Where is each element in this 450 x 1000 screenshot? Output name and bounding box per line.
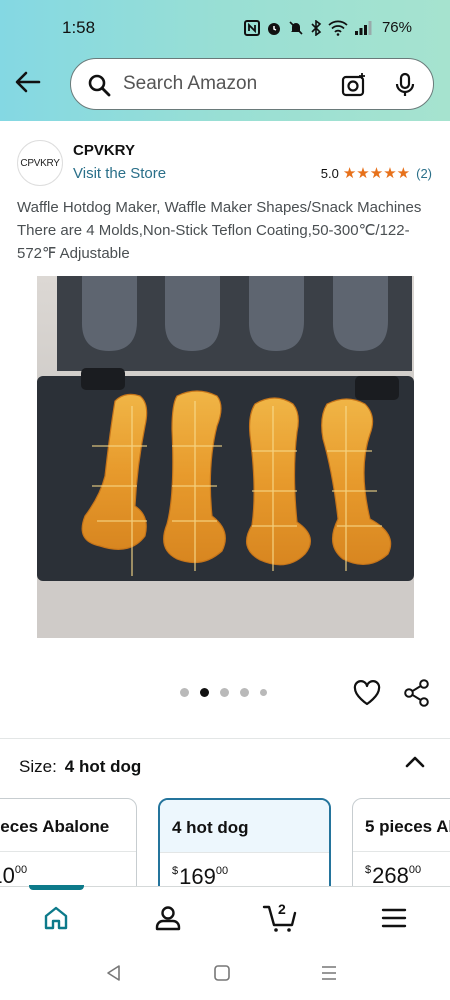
rating[interactable]: 5.0 ★ ★ ★ ★ ★ (2)	[321, 166, 432, 181]
rating-value: 5.0	[320, 166, 339, 181]
nav-account[interactable]	[148, 901, 188, 935]
carousel-dot[interactable]	[260, 689, 267, 696]
status-bar: 1:58 76%	[0, 0, 450, 56]
star-icon: ★	[383, 165, 397, 182]
brand-logo[interactable]: CPVKRY	[17, 140, 63, 186]
status-time: 1:58	[62, 18, 96, 37]
rating-count[interactable]: (2)	[416, 166, 432, 181]
star-icon: ★	[342, 165, 357, 182]
home-icon	[44, 906, 68, 930]
bottom-navigation: 2	[0, 886, 450, 946]
size-value: 4 hot dog	[64, 757, 142, 776]
size-option-5-pieces-abalone[interactable]: 5 pieces Abalone $26800	[352, 798, 450, 886]
arrow-left-icon	[15, 71, 41, 93]
system-home-icon[interactable]	[213, 964, 231, 982]
microphone-icon[interactable]	[395, 72, 415, 98]
nfc-icon	[243, 19, 260, 36]
price-symbol: $	[365, 864, 372, 876]
carousel-dot[interactable]	[180, 688, 189, 697]
card-divider	[160, 852, 329, 853]
account-icon	[155, 906, 181, 931]
system-recents-icon[interactable]	[320, 964, 338, 982]
heart-icon	[353, 680, 381, 706]
system-navigation-bar	[0, 946, 450, 1000]
bluetooth-icon	[311, 19, 322, 36]
price-symbol: $	[172, 865, 179, 877]
header-bar: 1:58 76%	[0, 0, 450, 121]
active-tab-indicator	[29, 885, 84, 890]
star-icon: ★	[369, 165, 384, 182]
size-option-name: 2 pieces Abalone	[0, 817, 110, 836]
price-whole: 169	[179, 864, 216, 886]
back-button[interactable]	[12, 66, 44, 98]
size-option-price: $16900	[172, 864, 228, 886]
brand-name: CPVKRY	[73, 142, 135, 159]
carousel-dot[interactable]	[240, 688, 249, 697]
section-divider	[0, 738, 450, 739]
size-option-4-hot-dog[interactable]: 4 hot dog $16900	[158, 798, 331, 886]
nav-cart[interactable]: 2	[260, 901, 300, 935]
search-input[interactable]	[123, 71, 323, 97]
search-icon	[88, 74, 111, 97]
visit-store-link[interactable]: Visit the Store	[73, 165, 166, 182]
size-option-price: $21000	[0, 863, 27, 886]
nav-home[interactable]	[36, 901, 76, 935]
share-icon	[404, 679, 429, 707]
size-option-name: 4 hot dog	[172, 818, 249, 837]
brand-row: CPVKRY CPVKRY Visit the Store 5.0 ★ ★ ★ …	[17, 140, 437, 186]
size-selector-header[interactable]: Size: 4 hot dog	[19, 757, 141, 777]
system-back-icon[interactable]	[105, 964, 123, 982]
collapse-size-button[interactable]	[403, 752, 427, 777]
size-option-price: $26800	[365, 863, 421, 886]
rating-stars: ★ ★ ★ ★ ★	[343, 166, 410, 181]
size-option-2-pieces-abalone[interactable]: 2 pieces Abalone $21000	[0, 798, 137, 886]
size-label: Size:	[19, 757, 57, 776]
nav-menu[interactable]	[374, 901, 414, 935]
share-button[interactable]	[403, 679, 431, 712]
image-carousel-dots[interactable]	[180, 688, 267, 697]
camera-lens-icon[interactable]	[341, 72, 367, 98]
search-bar[interactable]	[70, 58, 434, 110]
star-icon: ★	[356, 165, 370, 182]
carousel-dot-active[interactable]	[200, 688, 209, 697]
carousel-dot[interactable]	[220, 688, 229, 697]
wifi-icon	[328, 20, 348, 36]
alarm-icon	[267, 22, 280, 35]
price-cents: 00	[408, 864, 422, 876]
price-whole: 268	[372, 863, 409, 886]
card-divider	[353, 851, 450, 852]
star-icon: ★	[396, 165, 411, 182]
product-title: Waffle Hotdog Maker, Waffle Maker Shapes…	[17, 199, 422, 262]
cart-count: 2	[278, 901, 286, 917]
chevron-up-icon	[405, 756, 425, 768]
product-image[interactable]	[37, 276, 414, 638]
price-cents: 00	[14, 864, 28, 876]
wishlist-button[interactable]	[353, 680, 381, 711]
menu-icon	[381, 908, 407, 928]
status-icons: 76%	[243, 19, 412, 36]
waffle-maker-photo	[37, 276, 414, 638]
battery-percentage: 76%	[381, 19, 412, 36]
mute-icon	[289, 20, 303, 35]
size-option-name: 5 pieces Abalone	[365, 817, 450, 836]
size-options: 2 pieces Abalone $21000 4 hot dog $16900…	[0, 798, 450, 886]
price-cents: 00	[215, 865, 229, 877]
signal-icon	[354, 20, 372, 35]
price-whole: 210	[0, 863, 15, 886]
card-divider	[0, 851, 136, 852]
